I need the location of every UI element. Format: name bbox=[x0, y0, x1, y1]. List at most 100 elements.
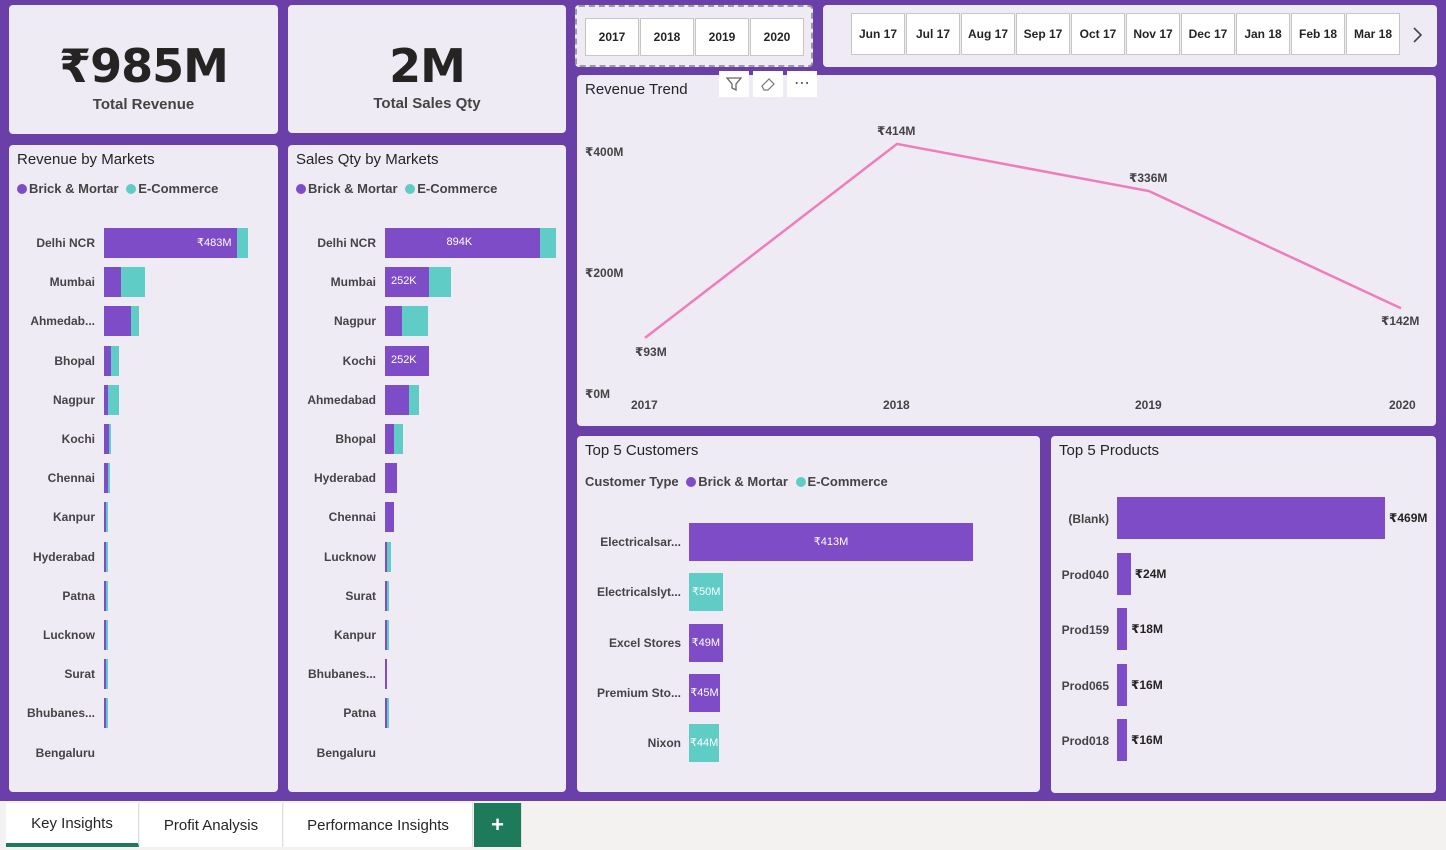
month-slicer: Jun 17 Jul 17 Aug 17 Sep 17 Oct 17 Nov 17 Dec … bbox=[823, 5, 1437, 67]
month-option[interactable]: Feb 18 bbox=[1291, 13, 1345, 55]
bar-product[interactable] bbox=[1117, 719, 1127, 761]
bar-e-commerce[interactable] bbox=[428, 267, 452, 298]
tab-performance-insights[interactable]: Performance Insights bbox=[284, 803, 473, 847]
month-option[interactable]: Jul 17 bbox=[906, 13, 960, 55]
plus-icon: + bbox=[491, 812, 504, 837]
bar-e-commerce[interactable] bbox=[387, 620, 389, 650]
month-option[interactable]: Jan 18 bbox=[1236, 13, 1290, 55]
card-title: Top 5 Customers bbox=[585, 442, 699, 459]
bar-product[interactable] bbox=[1117, 497, 1385, 539]
year-option-2018[interactable]: 2018 bbox=[640, 18, 694, 56]
category-label: Delhi NCR bbox=[36, 236, 95, 250]
x-tick-label: 2020 bbox=[1389, 398, 1416, 412]
legend-label-brick: Brick & Mortar bbox=[29, 181, 119, 196]
category-label: Hyderabad bbox=[313, 471, 376, 486]
bar-e-commerce[interactable] bbox=[393, 424, 404, 454]
kpi-value: ₹985M bbox=[59, 39, 229, 93]
bar-e-commerce[interactable] bbox=[108, 384, 120, 415]
category-label: Mumbai bbox=[330, 275, 376, 290]
year-option-2020[interactable]: 2020 bbox=[750, 18, 804, 56]
bar-brick-mortar[interactable] bbox=[385, 502, 394, 533]
bar-e-commerce[interactable] bbox=[111, 345, 120, 376]
month-option[interactable]: Aug 17 bbox=[961, 13, 1015, 55]
category-label: Prod065 bbox=[1061, 678, 1109, 693]
tab-profit-analysis[interactable]: Profit Analysis bbox=[140, 803, 283, 847]
legend-label-brick: Brick & Mortar bbox=[698, 474, 788, 489]
bar-e-commerce[interactable] bbox=[237, 228, 248, 258]
bar-brick-mortar[interactable] bbox=[385, 463, 398, 494]
bar-e-commerce[interactable] bbox=[106, 502, 108, 533]
bar-data-label: ₹24M bbox=[1134, 566, 1167, 581]
month-option[interactable]: Jun 17 bbox=[851, 13, 905, 55]
bar-product[interactable] bbox=[1117, 552, 1131, 595]
bar-brick-mortar[interactable] bbox=[385, 659, 387, 690]
bar-e-commerce[interactable] bbox=[121, 267, 145, 298]
category-label: Prod018 bbox=[1061, 734, 1109, 748]
month-option[interactable]: Dec 17 bbox=[1181, 13, 1235, 55]
page-tab-bar: Key Insights Profit Analysis Performance… bbox=[0, 801, 1446, 850]
bar-data-label: ₹45M bbox=[690, 686, 719, 699]
bar-e-commerce[interactable] bbox=[387, 541, 392, 572]
category-label: Kochi bbox=[61, 432, 95, 446]
category-label: Electricalsar... bbox=[600, 535, 681, 549]
bar-e-commerce[interactable] bbox=[130, 306, 140, 337]
month-option[interactable]: Mar 18 bbox=[1346, 13, 1400, 55]
bar-brick-mortar[interactable] bbox=[385, 306, 403, 337]
bar-data-label: 252K bbox=[390, 275, 417, 288]
bar-brick-mortar[interactable] bbox=[385, 424, 394, 454]
legend-label-ecom: E-Commerce bbox=[417, 181, 498, 196]
card-title: Sales Qty by Markets bbox=[296, 151, 439, 168]
category-label: Prod040 bbox=[1061, 567, 1109, 582]
bar-e-commerce[interactable] bbox=[106, 698, 108, 729]
bar-brick-mortar[interactable] bbox=[104, 306, 131, 337]
tab-key-insights[interactable]: Key Insights bbox=[6, 803, 139, 847]
report-canvas: ₹985M Total Revenue 2M Total Sales Qty 2… bbox=[0, 0, 1446, 801]
x-tick-label: 2019 bbox=[1135, 398, 1162, 412]
bar-product[interactable] bbox=[1117, 608, 1128, 650]
bar-e-commerce[interactable] bbox=[539, 228, 556, 258]
year-option-2019[interactable]: 2019 bbox=[695, 18, 749, 56]
x-tick-label: 2018 bbox=[883, 398, 910, 412]
tab-label: Profit Analysis bbox=[163, 816, 259, 834]
bar-product[interactable] bbox=[1117, 663, 1127, 706]
legend-dot-brick bbox=[686, 477, 697, 487]
bar-brick-mortar[interactable] bbox=[104, 267, 122, 298]
bar-data-label: ₹469M bbox=[1389, 511, 1428, 525]
tab-label: Performance Insights bbox=[307, 816, 449, 834]
bar-e-commerce[interactable] bbox=[409, 384, 419, 415]
bar-e-commerce[interactable] bbox=[108, 424, 111, 454]
card-title: Top 5 Products bbox=[1059, 442, 1160, 459]
category-label: Prod159 bbox=[1061, 623, 1109, 637]
bar-e-commerce[interactable] bbox=[402, 306, 429, 337]
month-option[interactable]: Nov 17 bbox=[1126, 13, 1180, 55]
month-option[interactable]: Oct 17 bbox=[1071, 13, 1125, 55]
chart-legend: Brick & Mortar E-Commerce bbox=[296, 181, 497, 196]
category-label: Surat bbox=[64, 667, 95, 682]
bar-data-label: ₹16M bbox=[1131, 733, 1163, 747]
bar-e-commerce[interactable] bbox=[387, 698, 389, 729]
y-tick-label: ₹200M bbox=[585, 266, 624, 281]
bar-e-commerce[interactable] bbox=[106, 541, 108, 572]
chevron-right-icon[interactable] bbox=[1409, 23, 1425, 47]
bar-e-commerce[interactable] bbox=[106, 659, 108, 690]
category-label: Surat bbox=[345, 588, 376, 603]
add-page-button[interactable]: + bbox=[474, 803, 522, 847]
kpi-card-total-sales-qty[interactable]: 2M Total Sales Qty bbox=[288, 5, 566, 133]
kpi-card-total-revenue[interactable]: ₹985M Total Revenue bbox=[9, 5, 278, 134]
month-option[interactable]: Sep 17 bbox=[1016, 13, 1070, 55]
top-products-card: Top 5 Products (Blank) ₹469M Prod040 ₹24M Pr… bbox=[1051, 436, 1436, 793]
bar-e-commerce[interactable] bbox=[108, 463, 111, 494]
bar-brick-mortar[interactable] bbox=[385, 384, 410, 415]
x-tick-label: 2017 bbox=[631, 398, 658, 412]
bar-e-commerce[interactable] bbox=[387, 580, 389, 611]
sales-qty-by-markets-card: Sales Qty by Markets Brick & Mortar E-Co… bbox=[288, 145, 566, 792]
category-label: Kanpur bbox=[334, 628, 376, 642]
bar-brick-mortar[interactable] bbox=[104, 345, 112, 376]
revenue-line[interactable] bbox=[644, 142, 1402, 339]
chart-legend: Brick & Mortar E-Commerce bbox=[17, 181, 218, 196]
bar-e-commerce[interactable] bbox=[106, 620, 108, 650]
year-option-2017[interactable]: 2017 bbox=[585, 18, 639, 56]
bar-data-label: ₹413M bbox=[813, 536, 849, 548]
bar-e-commerce[interactable] bbox=[106, 580, 108, 611]
y-tick-label: ₹400M bbox=[585, 145, 624, 160]
